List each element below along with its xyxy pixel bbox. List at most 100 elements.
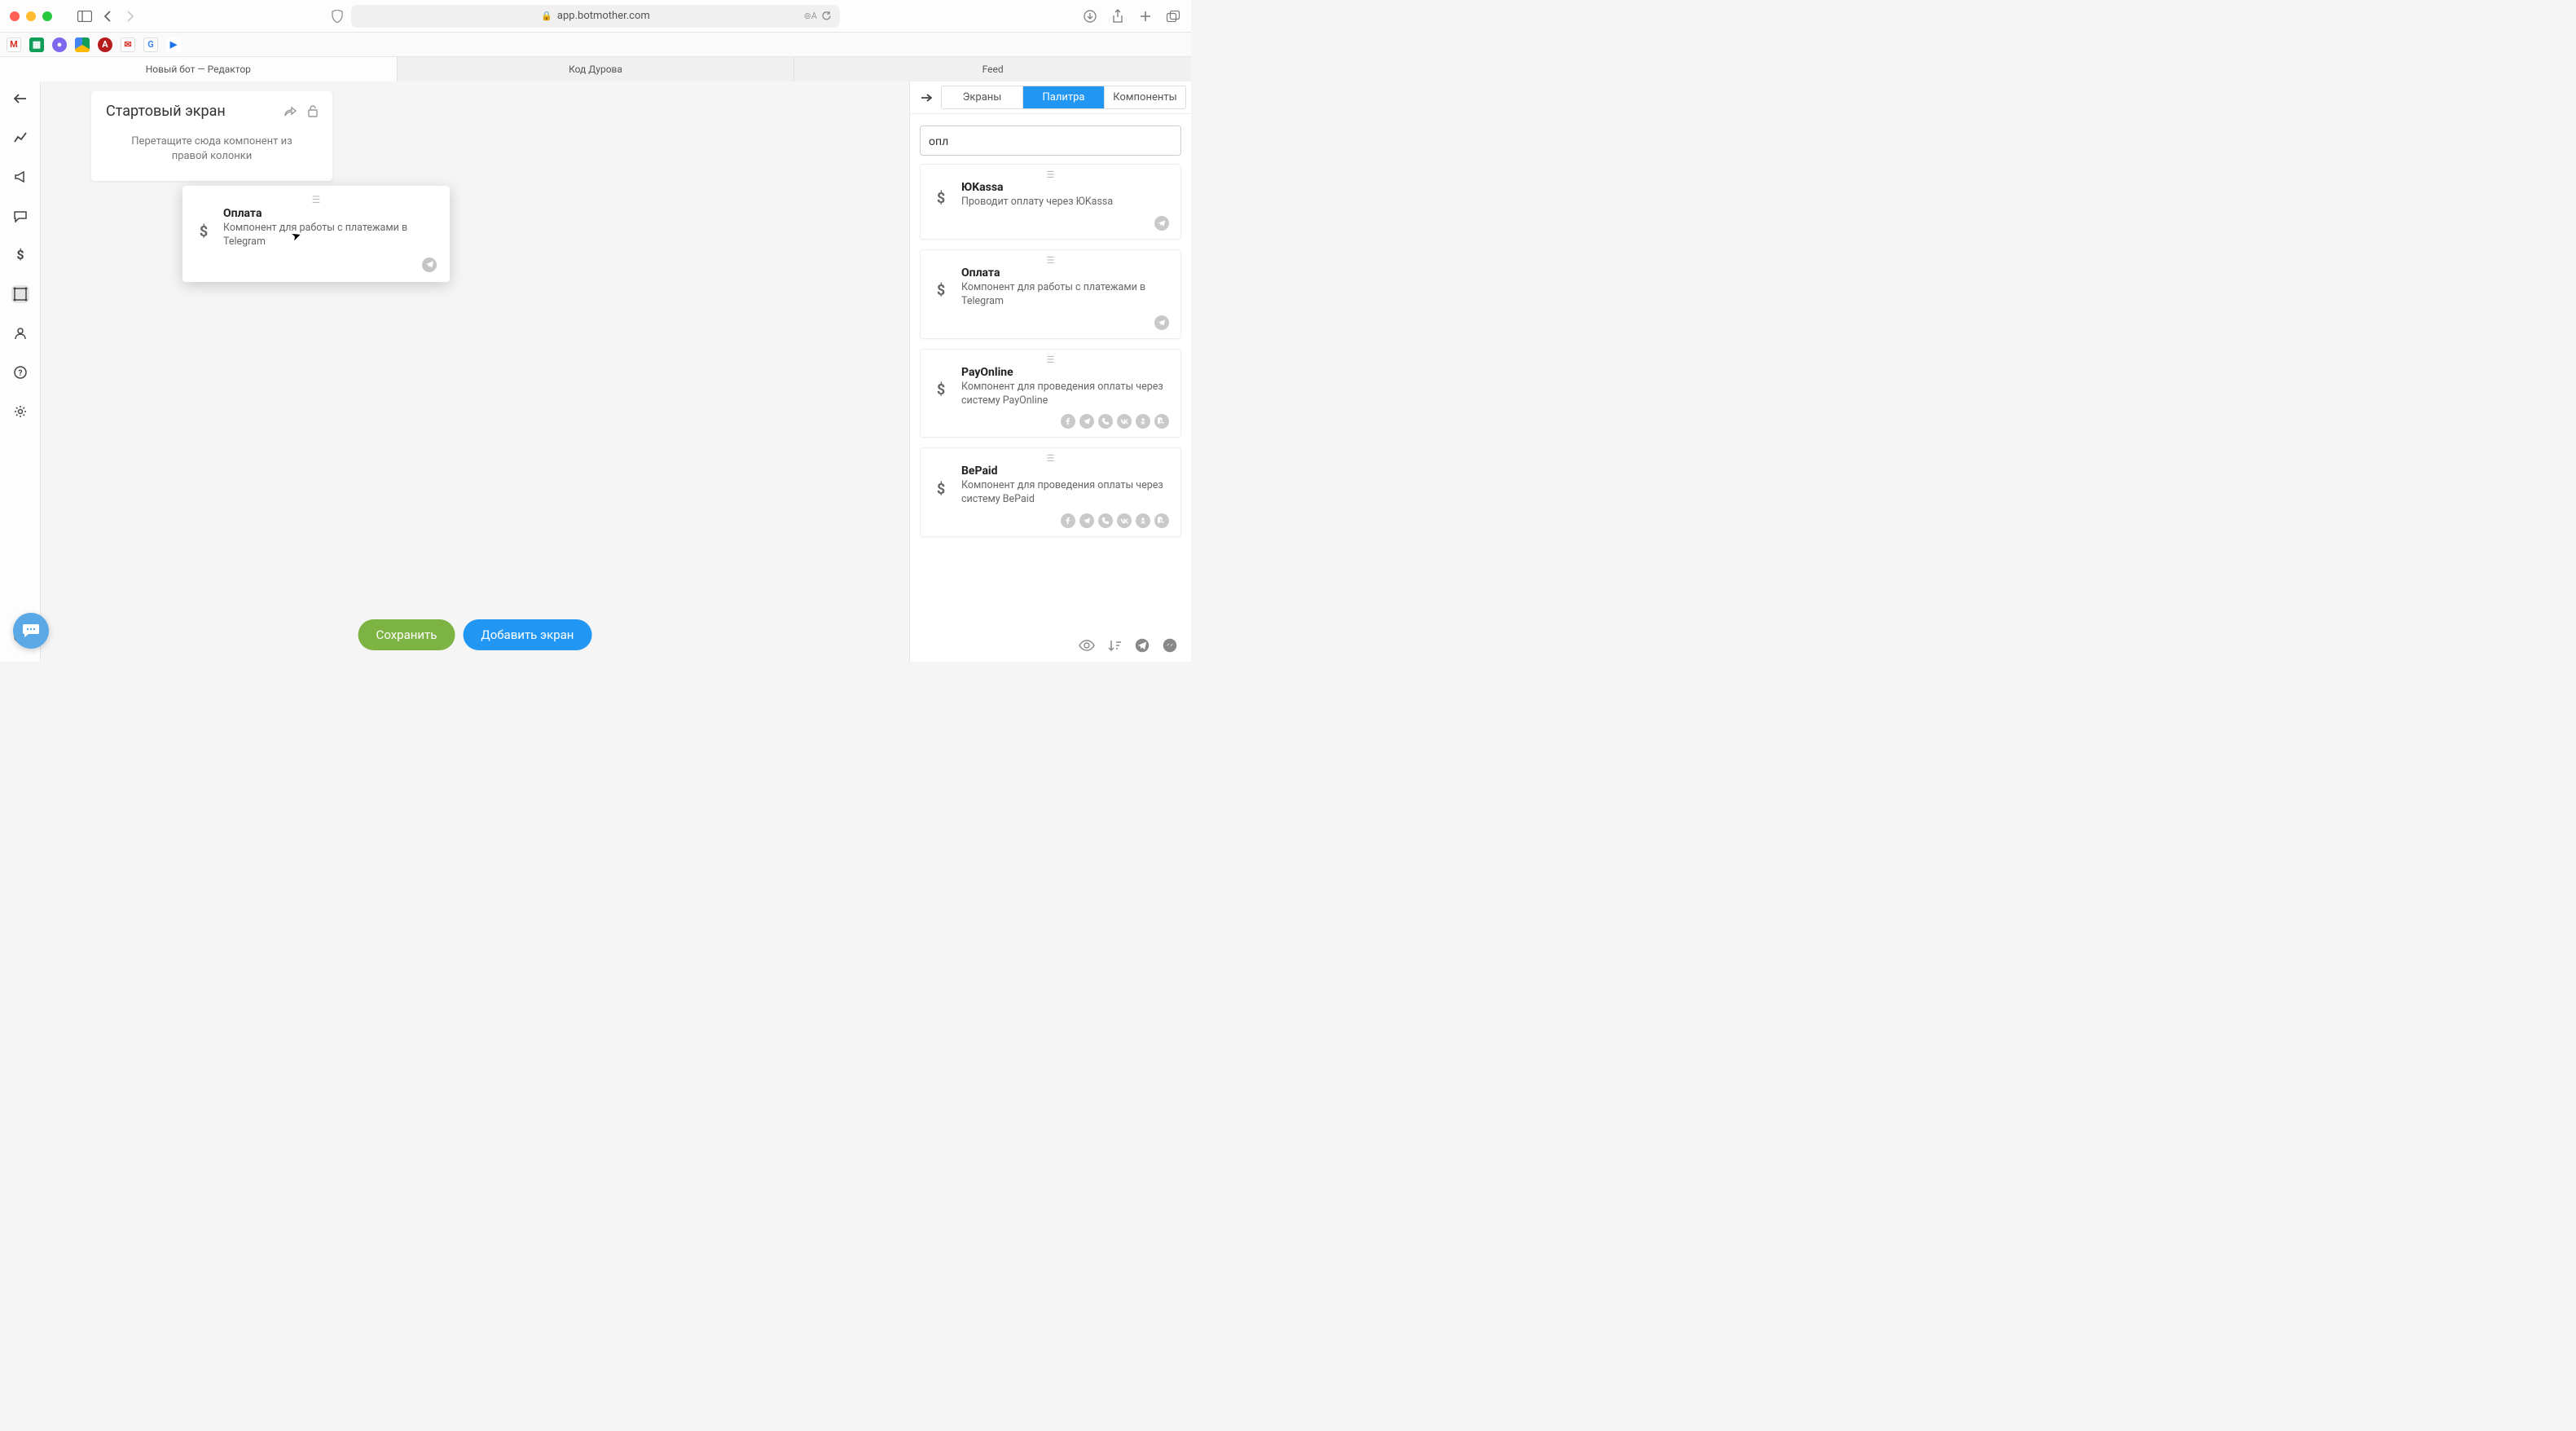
facebook-icon — [1061, 414, 1075, 429]
app-tab-label: Код Дурова — [569, 64, 622, 75]
address-bar[interactable]: 🔒 app.botmother.com ⊚A — [351, 5, 840, 28]
palette-item-desc: Проводит оплату через ЮKassa — [961, 196, 1169, 209]
telegram-icon — [1079, 513, 1094, 528]
palette-item-bepaid[interactable]: ☰ $ BePaid Компонент для проведения опла… — [920, 447, 1181, 537]
window-close[interactable] — [10, 11, 20, 21]
palette-item-oplata[interactable]: ☰ $ Оплата Компонент для работы с платеж… — [920, 249, 1181, 339]
broadcast-icon[interactable] — [11, 168, 29, 186]
palette-list: ☰ $ ЮKassa Проводит оплату через ЮKassa … — [910, 164, 1191, 547]
drag-handle-icon[interactable]: ☰ — [932, 173, 1169, 177]
palette-item-payonline[interactable]: ☰ $ PayOnline Компонент для проведения о… — [920, 349, 1181, 438]
app-tab-editor[interactable]: Новый бот — Редактор — [0, 57, 398, 81]
tab-components[interactable]: Компоненты — [1105, 86, 1185, 108]
palette-item-title: ЮKassa — [961, 181, 1169, 194]
chat-icon[interactable] — [11, 207, 29, 225]
palette-item-desc: Компонент для проведения оплаты через си… — [961, 479, 1169, 507]
bookmark-app1[interactable]: ● — [52, 37, 67, 52]
telegram-link-icon[interactable] — [1134, 637, 1150, 654]
drag-handle-icon[interactable]: ☰ — [932, 258, 1169, 262]
bookmark-sheets[interactable]: ▦ — [29, 37, 44, 52]
payments-icon[interactable]: $ — [11, 246, 29, 264]
component-desc: Компонент для работы с платежами в Teleg… — [223, 222, 437, 249]
ok-icon — [1136, 414, 1150, 429]
sidebar-toggle-icon[interactable] — [77, 8, 93, 24]
dollar-icon: $ — [932, 471, 950, 507]
dragging-component[interactable]: ☰ $ Оплата Компонент для работы с платеж… — [182, 186, 450, 282]
save-button[interactable]: Сохранить — [358, 619, 455, 650]
tabs-overview-icon[interactable] — [1165, 8, 1181, 24]
workspace: $ ? i Стартовый экран Перетащите сюда ко… — [0, 81, 1191, 662]
search-box[interactable] — [920, 125, 1181, 156]
screen-card[interactable]: Стартовый экран Перетащите сюда компонен… — [91, 91, 332, 181]
help-icon[interactable]: ? — [11, 363, 29, 381]
app-tab-label: Новый бот — Редактор — [146, 64, 251, 75]
whatsapp-icon — [1154, 513, 1169, 528]
screen-header: Стартовый экран — [91, 91, 332, 125]
lock-screen-icon[interactable] — [308, 105, 318, 117]
share-screen-icon[interactable] — [284, 106, 297, 117]
bottom-actions: Сохранить Добавить экран — [358, 619, 592, 650]
tab-palette[interactable]: Палитра — [1023, 86, 1105, 108]
viber-icon — [1098, 513, 1113, 528]
messenger-link-icon[interactable] — [1162, 637, 1178, 654]
lock-icon: 🔒 — [541, 11, 552, 21]
bookmark-gmail[interactable]: M — [7, 37, 21, 52]
back-icon[interactable] — [11, 90, 29, 108]
bookmark-google[interactable]: G — [143, 37, 158, 52]
canvas[interactable]: Стартовый экран Перетащите сюда компонен… — [41, 81, 909, 662]
window-minimize[interactable] — [26, 11, 36, 21]
telegram-icon — [1154, 315, 1169, 330]
left-sidebar: $ ? i — [0, 81, 41, 662]
viber-icon — [1098, 414, 1113, 429]
new-tab-icon[interactable] — [1137, 8, 1154, 24]
analytics-icon[interactable] — [11, 129, 29, 147]
tab-screens[interactable]: Экраны — [942, 86, 1023, 108]
translate-icon[interactable]: ⊚A — [804, 11, 817, 21]
collapse-panel-icon[interactable] — [915, 93, 938, 103]
settings-icon[interactable] — [11, 403, 29, 420]
bookmarks-bar: M ▦ ● ▲ A ✉ G ▶ — [0, 33, 1191, 57]
share-icon[interactable] — [1110, 8, 1126, 24]
svg-text:$: $ — [16, 248, 24, 262]
bookmark-drive[interactable]: ▲ — [75, 37, 90, 52]
drag-handle-icon[interactable]: ☰ — [196, 197, 437, 202]
add-screen-button[interactable]: Добавить экран — [463, 619, 591, 650]
reload-icon[interactable] — [821, 11, 832, 21]
search-input[interactable] — [929, 135, 1172, 148]
browser-right-controls — [1082, 8, 1181, 24]
nav-forward-icon[interactable] — [122, 8, 138, 24]
dollar-icon: $ — [932, 187, 950, 209]
app-tab-label: Feed — [982, 64, 1004, 75]
bookmark-a[interactable]: A — [98, 37, 112, 52]
ok-icon — [1136, 513, 1150, 528]
users-icon[interactable] — [11, 324, 29, 342]
bookmark-mail[interactable]: ✉ — [121, 37, 135, 52]
support-chat-button[interactable] — [13, 613, 49, 649]
editor-icon[interactable] — [11, 285, 29, 303]
palette-item-desc: Компонент для проведения оплаты через си… — [961, 381, 1169, 408]
app-tab-kod[interactable]: Код Дурова — [398, 57, 795, 81]
palette-item-title: PayOnline — [961, 366, 1169, 379]
window-maximize[interactable] — [42, 11, 52, 21]
bookmark-app2[interactable]: ▶ — [166, 37, 181, 52]
nav-back-icon[interactable] — [99, 8, 116, 24]
preview-icon[interactable] — [1079, 637, 1095, 654]
palette-item-yookassa[interactable]: ☰ $ ЮKassa Проводит оплату через ЮKassa — [920, 164, 1181, 240]
panel-topbar: Экраны Палитра Компоненты — [910, 81, 1191, 114]
right-panel: Экраны Палитра Компоненты ☰ $ ЮKassa Про… — [909, 81, 1191, 662]
drag-handle-icon[interactable]: ☰ — [932, 456, 1169, 460]
palette-item-title: Оплата — [961, 266, 1169, 280]
vk-icon — [1117, 414, 1132, 429]
download-icon[interactable] — [1082, 8, 1098, 24]
vk-icon — [1117, 513, 1132, 528]
telegram-icon — [1154, 216, 1169, 231]
view-tabs: Экраны Палитра Компоненты — [941, 86, 1186, 109]
sort-icon[interactable] — [1106, 637, 1123, 654]
whatsapp-icon — [1154, 414, 1169, 429]
window-controls — [10, 11, 52, 21]
url-text: app.botmother.com — [557, 10, 650, 22]
app-tab-feed[interactable]: Feed — [794, 57, 1191, 81]
dollar-icon: $ — [932, 273, 950, 309]
drag-handle-icon[interactable]: ☰ — [932, 358, 1169, 362]
telegram-icon — [422, 258, 437, 272]
